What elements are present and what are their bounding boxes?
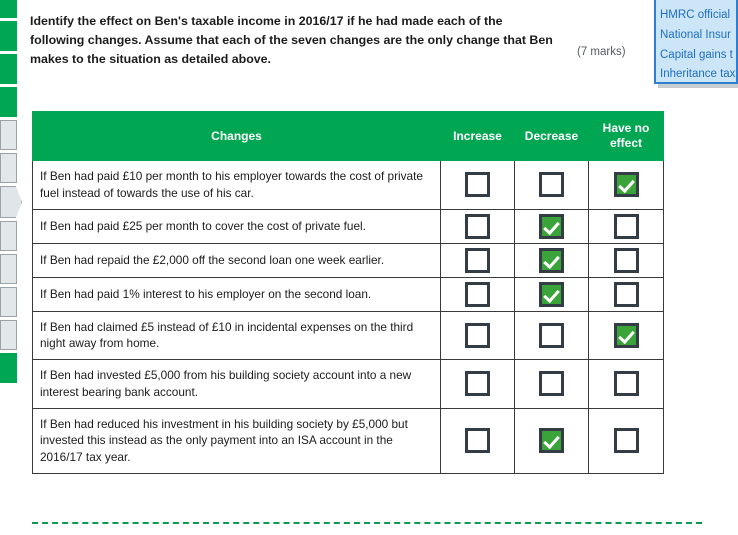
table-row: If Ben had claimed £5 instead of £10 in … (32, 310, 664, 360)
checkbox-decrease-cell[interactable] (514, 407, 589, 474)
column-header-changes: Changes (32, 111, 441, 161)
checkbox-have-no-effect-checked-icon[interactable] (613, 322, 639, 348)
change-description: If Ben had reduced his investment in his… (32, 407, 441, 474)
table-row: If Ben had invested £5,000 from his buil… (32, 359, 664, 409)
table-row: If Ben had paid 1% interest to his emplo… (32, 276, 664, 312)
checkbox-increase-cell[interactable] (440, 160, 515, 210)
reference-link-3[interactable]: Capital gains t (660, 46, 736, 66)
nav-item-8[interactable] (0, 221, 17, 251)
nav-item-9[interactable] (0, 254, 17, 284)
answer-table: Changes Increase Decrease Have no effect… (32, 111, 664, 474)
checkbox-increase-icon[interactable] (465, 281, 490, 307)
checkbox-have-no-effect-cell[interactable] (588, 276, 664, 312)
checkbox-have-no-effect-cell[interactable] (588, 407, 664, 474)
checkbox-have-no-effect-cell[interactable] (588, 242, 664, 278)
reference-link-2[interactable]: National Insur (660, 26, 736, 46)
checkbox-have-no-effect-cell[interactable] (588, 359, 664, 409)
checkbox-decrease-checked-icon[interactable] (539, 281, 564, 307)
change-description: If Ben had paid £10 per month to his emp… (32, 160, 441, 210)
checkbox-increase-icon[interactable] (465, 247, 490, 273)
column-header-increase: Increase (440, 111, 515, 161)
nav-item-11[interactable] (0, 320, 17, 350)
nav-item-5[interactable] (0, 120, 17, 150)
checkbox-increase-cell[interactable] (440, 359, 515, 409)
checkbox-have-no-effect-cell[interactable] (588, 160, 664, 210)
checkbox-increase-cell[interactable] (440, 208, 515, 244)
checkbox-have-no-effect-icon[interactable] (613, 371, 639, 397)
reference-links-panel: HMRC official National Insur Capital gains… (654, 0, 738, 84)
table-row: If Ben had repaid the £2,000 off the sec… (32, 242, 664, 278)
checkbox-decrease-cell[interactable] (514, 242, 589, 278)
panel-shadow (658, 84, 738, 88)
change-description: If Ben had paid 1% interest to his emplo… (32, 276, 441, 312)
checkbox-decrease-cell[interactable] (514, 359, 589, 409)
checkbox-decrease-cell[interactable] (514, 276, 589, 312)
table-row: If Ben had paid £25 per month to cover t… (32, 208, 664, 244)
checkbox-have-no-effect-cell[interactable] (588, 208, 664, 244)
question-block: Identify the effect on Ben's taxable inc… (30, 12, 555, 69)
table-row: If Ben had paid £10 per month to his emp… (32, 160, 664, 210)
checkbox-increase-icon[interactable] (465, 371, 490, 397)
checkbox-decrease-cell[interactable] (514, 310, 589, 360)
column-header-have-no-effect: Have no effect (588, 111, 664, 161)
nav-item-12[interactable] (0, 353, 17, 383)
checkbox-increase-cell[interactable] (440, 310, 515, 360)
nav-item-1[interactable] (0, 0, 17, 18)
checkbox-have-no-effect-icon[interactable] (613, 247, 639, 273)
question-navigator[interactable] (0, 0, 22, 535)
nav-item-3[interactable] (0, 54, 17, 84)
change-description: If Ben had repaid the £2,000 off the sec… (32, 242, 441, 278)
nav-item-6[interactable] (0, 153, 17, 183)
checkbox-decrease-checked-icon[interactable] (539, 213, 564, 239)
checkbox-increase-icon[interactable] (465, 322, 490, 348)
checkbox-increase-cell[interactable] (440, 407, 515, 474)
checkbox-have-no-effect-icon[interactable] (613, 281, 639, 307)
nav-item-4[interactable] (0, 87, 17, 117)
checkbox-decrease-icon[interactable] (539, 371, 564, 397)
checkbox-have-no-effect-icon[interactable] (613, 213, 639, 239)
question-text: Identify the effect on Ben's taxable inc… (30, 14, 553, 66)
nav-item-2[interactable] (0, 21, 17, 51)
checkbox-decrease-checked-icon[interactable] (539, 428, 564, 454)
checkbox-decrease-cell[interactable] (514, 208, 589, 244)
checkbox-increase-icon[interactable] (465, 428, 490, 454)
checkbox-have-no-effect-icon[interactable] (613, 428, 639, 454)
change-description: If Ben had paid £25 per month to cover t… (32, 208, 441, 244)
table-body: If Ben had paid £10 per month to his emp… (32, 160, 664, 474)
checkbox-have-no-effect-checked-icon[interactable] (613, 172, 639, 198)
reference-link-1[interactable]: HMRC official (660, 6, 736, 26)
nav-item-current[interactable] (0, 186, 22, 218)
section-divider (32, 522, 702, 524)
column-header-decrease: Decrease (514, 111, 589, 161)
change-description: If Ben had invested £5,000 from his buil… (32, 359, 441, 409)
change-description: If Ben had claimed £5 instead of £10 in … (32, 310, 441, 360)
checkbox-have-no-effect-cell[interactable] (588, 310, 664, 360)
checkbox-decrease-icon[interactable] (539, 172, 564, 198)
checkbox-increase-cell[interactable] (440, 242, 515, 278)
checkbox-decrease-checked-icon[interactable] (539, 247, 564, 273)
reference-link-4[interactable]: Inheritance tax (660, 65, 736, 82)
table-header-row: Changes Increase Decrease Have no effect (32, 111, 664, 161)
checkbox-increase-icon[interactable] (465, 213, 490, 239)
table-row: If Ben had reduced his investment in his… (32, 407, 664, 474)
checkbox-decrease-icon[interactable] (539, 322, 564, 348)
checkbox-increase-cell[interactable] (440, 276, 515, 312)
checkbox-increase-icon[interactable] (465, 172, 490, 198)
checkbox-decrease-cell[interactable] (514, 160, 589, 210)
marks-label: (7 marks) (577, 46, 626, 58)
nav-item-10[interactable] (0, 287, 17, 317)
